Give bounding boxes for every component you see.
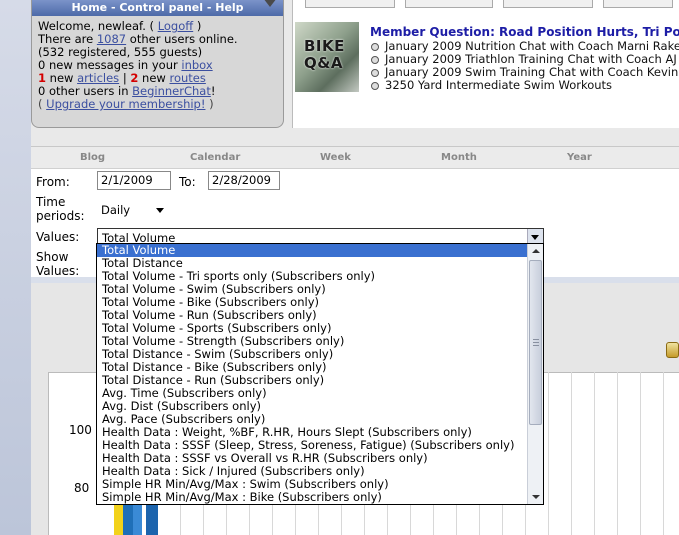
routes-count: 2 bbox=[130, 71, 139, 85]
online-post-text: other users online. bbox=[129, 32, 238, 46]
news-item[interactable]: 3250 Yard Intermediate Swim Workouts bbox=[371, 79, 679, 92]
inbox-link[interactable]: inbox bbox=[181, 58, 212, 72]
time-periods-label-1: Time bbox=[36, 195, 66, 209]
bar-blue-2 bbox=[133, 505, 142, 535]
left-background-strip bbox=[0, 0, 31, 535]
messages-text: 0 new messages in your bbox=[38, 58, 178, 72]
control-panel: Home - Control panel - Help Welcome, new… bbox=[31, 0, 284, 128]
control-panel-header[interactable]: Home - Control panel - Help bbox=[32, 0, 283, 16]
news-title-link[interactable]: Member Question: Road Position Hurts, Tr… bbox=[370, 25, 679, 39]
bar-blue-3 bbox=[146, 505, 158, 535]
control-panel-header-text[interactable]: Home - Control panel - Help bbox=[71, 1, 243, 14]
beginner-chat-link[interactable]: BeginnerChat bbox=[132, 84, 211, 98]
values-label: Values: bbox=[36, 230, 80, 244]
news-tab-1[interactable] bbox=[305, 0, 395, 8]
news-panel: BIKE Q&A Member Question: Road Position … bbox=[292, 0, 679, 128]
news-item-text[interactable]: January 2009 Nutrition Chat with Coach M… bbox=[385, 40, 679, 53]
upgrade-line: ( Upgrade your membership! ) bbox=[38, 97, 214, 111]
from-label: From: bbox=[36, 175, 70, 189]
time-periods-label-2: periods: bbox=[36, 209, 85, 223]
news-tabs bbox=[293, 0, 679, 8]
bullet-icon bbox=[371, 43, 379, 51]
news-item-text[interactable]: 3250 Yard Intermediate Swim Workouts bbox=[385, 79, 612, 92]
logoff-link[interactable]: Logoff bbox=[158, 19, 194, 33]
news-item[interactable]: January 2009 Nutrition Chat with Coach M… bbox=[371, 40, 679, 53]
show-values-label-1: Show bbox=[36, 250, 69, 264]
news-item[interactable]: January 2009 Swim Training Chat with Coa… bbox=[371, 66, 679, 79]
y-tick-100: 100 bbox=[69, 423, 92, 437]
print-icon[interactable] bbox=[666, 342, 679, 358]
bullet-icon bbox=[371, 56, 379, 64]
show-values-label-2: Values: bbox=[36, 264, 80, 278]
y-tick-80: 80 bbox=[74, 481, 90, 495]
dropdown-scrollbar[interactable] bbox=[527, 244, 543, 504]
routes-new-word: new bbox=[142, 71, 166, 85]
scroll-up-arrow-icon[interactable] bbox=[528, 244, 543, 259]
control-panel-body: Welcome, newleaf. ( Logoff ) There are 1… bbox=[38, 20, 280, 111]
bullet-icon bbox=[371, 82, 379, 90]
bullet-icon bbox=[371, 69, 379, 77]
tab-calendar[interactable]: Calendar bbox=[190, 152, 240, 163]
online-count-link[interactable]: 1087 bbox=[97, 32, 126, 46]
pin-icon[interactable] bbox=[263, 0, 277, 7]
news-tab-2[interactable] bbox=[405, 0, 493, 8]
chevron-down-icon bbox=[156, 208, 164, 213]
articles-count: 1 bbox=[38, 71, 47, 85]
tab-year[interactable]: Year bbox=[567, 152, 592, 163]
news-item-text[interactable]: January 2009 Triathlon Training Chat wit… bbox=[385, 53, 677, 66]
chevron-down-icon bbox=[531, 235, 539, 240]
tab-blog[interactable]: Blog bbox=[80, 152, 105, 163]
scroll-down-arrow-icon[interactable] bbox=[528, 489, 543, 504]
to-date-input[interactable]: 2/28/2009 bbox=[208, 171, 280, 190]
values-dropdown-list: Total Volume Total Distance Total Volume -… bbox=[96, 243, 544, 505]
time-periods-select[interactable]: Daily bbox=[97, 201, 167, 219]
online-pre-text: There are bbox=[38, 32, 94, 46]
tab-month[interactable]: Month bbox=[441, 152, 477, 163]
bike-qa-image-text: BIKE Q&A bbox=[304, 37, 345, 72]
news-item-text[interactable]: January 2009 Swim Training Chat with Coa… bbox=[385, 66, 678, 79]
view-tabs: Blog Calendar Week Month Year bbox=[31, 147, 679, 169]
articles-new-word: new bbox=[49, 71, 74, 85]
news-item[interactable]: January 2009 Triathlon Training Chat wit… bbox=[371, 53, 679, 66]
bar-blue bbox=[123, 505, 133, 535]
chart-bars bbox=[112, 505, 172, 535]
time-periods-value: Daily bbox=[101, 203, 131, 217]
news-tab-4[interactable] bbox=[603, 0, 673, 8]
beginner-pre-text: 0 other users in bbox=[38, 84, 129, 98]
to-label: To: bbox=[179, 175, 196, 189]
bar-yellow bbox=[114, 505, 123, 535]
bike-qa-image[interactable]: BIKE Q&A bbox=[295, 22, 359, 92]
routes-link[interactable]: routes bbox=[169, 71, 205, 85]
values-options: Total Volume Total Distance Total Volume -… bbox=[97, 244, 527, 504]
news-tab-3[interactable] bbox=[503, 0, 593, 8]
scrollbar-thumb[interactable] bbox=[529, 260, 542, 425]
welcome-text: Welcome, newleaf. bbox=[38, 19, 146, 33]
dropdown-option[interactable]: Simple HR Min/Avg/Max : Bike (Subscriber… bbox=[97, 491, 527, 504]
articles-link[interactable]: articles bbox=[77, 71, 119, 85]
news-list: January 2009 Nutrition Chat with Coach M… bbox=[371, 40, 679, 92]
tab-week[interactable]: Week bbox=[320, 152, 351, 163]
upgrade-link[interactable]: Upgrade your membership! bbox=[46, 97, 205, 111]
from-date-input[interactable]: 2/1/2009 bbox=[97, 171, 171, 190]
